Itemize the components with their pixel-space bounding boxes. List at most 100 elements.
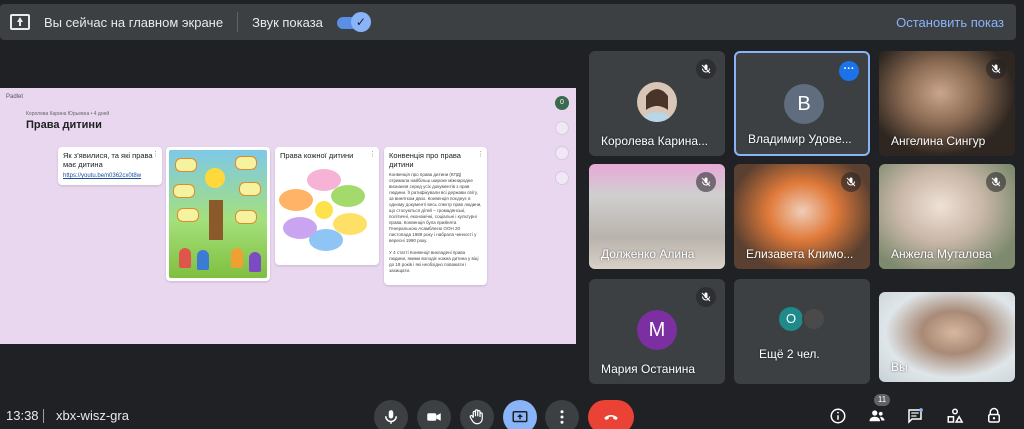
hand-icon [469,409,483,425]
participant-photo [637,82,677,122]
raise-hand-button[interactable] [460,400,494,429]
mic-off-icon [696,287,716,307]
board-title: Права дитини [26,119,102,131]
more-participants-label: Ещё 2 чел. [759,347,820,361]
presenting-text: Вы сейчас на главном экране [44,14,224,30]
padlet-logo: Padlet [6,94,24,100]
rights-flower-image [279,163,369,255]
hang-up-icon [604,414,618,420]
chat-icon[interactable] [905,406,925,426]
people-icon[interactable] [867,406,887,426]
participant-tile[interactable]: Анжела Муталова [879,164,1015,269]
participant-tile[interactable]: В ··· Владимир Удове... [734,51,870,156]
petal [279,189,313,211]
presenting-banner: Вы сейчас на главном экране Звук показа … [0,4,1016,40]
participant-count-badge: 11 [874,394,890,406]
leaf-shape [177,208,199,222]
more-participants-tile[interactable]: О Ещё 2 чел. [734,279,870,384]
present-icon [512,411,528,423]
child-figure [179,248,191,268]
petal [331,185,365,207]
flower-center [315,201,333,219]
sun-shape [205,168,225,188]
activities-icon[interactable] [945,406,965,426]
leaf-shape [173,184,195,198]
post-title: Права кожної дитини [280,151,354,160]
present-screen-icon [10,14,30,30]
participant-tile[interactable]: М Мария Останина [589,279,725,384]
post-link[interactable]: https://youtu.be/n0362cx0t8w [58,169,162,183]
mic-button[interactable] [374,400,408,429]
banner-divider [237,12,239,32]
avatar-initial: М [648,318,666,341]
post-body: Конвенція про права дитини (КПД) отримал… [389,172,482,243]
shared-screen: Padlet Королева Карина Юрьевна • 4 дней … [0,88,576,344]
notification-badge[interactable]: 0 [555,96,569,110]
participant-name: Королева Карина... [601,134,709,148]
leaf-shape [235,210,257,224]
stop-presenting-button[interactable]: Остановить показ [896,15,1004,30]
meeting-info-icon[interactable] [828,406,848,426]
participant-name: Вы [891,360,908,374]
participant-name: Елизавета Климо... [746,247,854,261]
padlet-side-toolbar: 0 [553,96,571,196]
participant-name: Мария Останина [601,362,696,376]
more-options-icon[interactable]: ··· [839,61,859,81]
camera-button[interactable] [417,400,451,429]
present-button[interactable] [503,400,537,429]
child-figure [197,250,209,270]
post-card-video: Як з'явилися, та які права має дитина ht… [58,147,162,185]
share-icon[interactable] [555,121,569,135]
mic-off-icon [696,59,716,79]
settings-icon[interactable] [555,171,569,185]
leaf-shape [239,182,261,196]
leaf-shape [175,158,197,172]
more-options-button[interactable] [545,400,579,429]
mic-off-icon [986,59,1006,79]
bottom-bar: 13:38 xbx-wisz-gra 11 [0,394,1024,429]
leaf-shape [235,156,257,170]
participant-avatar: М [637,310,677,350]
child-figure [249,252,261,272]
petal [283,217,317,239]
host-controls-icon[interactable] [984,406,1004,426]
tree-trunk [209,200,223,240]
mic-off-icon [986,172,1006,192]
mic-off-icon [696,172,716,192]
mic-icon [385,410,397,424]
more-vert-icon [560,410,564,424]
participant-name: Долженко Алина [601,247,695,261]
post-title: Як з'явилися, та які права має дитина [63,151,153,169]
participant-avatar: В [784,84,824,124]
post-body: У 4 статті Конвенції викладені права люд… [389,250,479,273]
post-card-poster [166,147,270,281]
meeting-code: xbx-wisz-gra [56,408,129,423]
children-rights-tree-image [169,150,267,278]
avatar-initial: В [797,92,811,115]
child-figure [231,248,243,268]
avatar-initial: О [785,311,797,326]
meeting-time: 13:38 [6,408,39,423]
participant-name: Анжела Муталова [891,247,992,261]
sound-label: Звук показа [252,14,323,30]
post-card-convention: Конвенція про права дитини ⋮ Конвенція п… [384,147,487,285]
mic-off-icon [841,172,861,192]
self-view-tile[interactable]: Вы [879,292,1015,382]
post-menu-icon: ⋮ [152,151,159,158]
end-call-button[interactable] [588,400,634,429]
post-title: Конвенція про права дитини [389,151,461,169]
participant-tile[interactable]: Елизавета Климо... [734,164,870,269]
checkmark-icon: ✓ [350,12,371,32]
remake-icon[interactable] [555,146,569,160]
post-menu-icon: ⋮ [369,151,376,158]
participant-tile[interactable]: Долженко Алина [589,164,725,269]
camera-icon [427,413,441,421]
participant-name: Владимир Удове... [748,132,852,146]
participant-tile[interactable]: Ангелина Сингур [879,51,1015,156]
participant-tile[interactable]: Королева Карина... [589,51,725,156]
participant-photo [802,307,826,331]
presentation-sound-toggle[interactable]: ✓ [336,12,371,32]
participant-avatar: О [779,307,803,331]
board-owner: Королева Карина Юрьевна • 4 дней [26,111,110,117]
post-menu-icon: ⋮ [477,151,484,158]
